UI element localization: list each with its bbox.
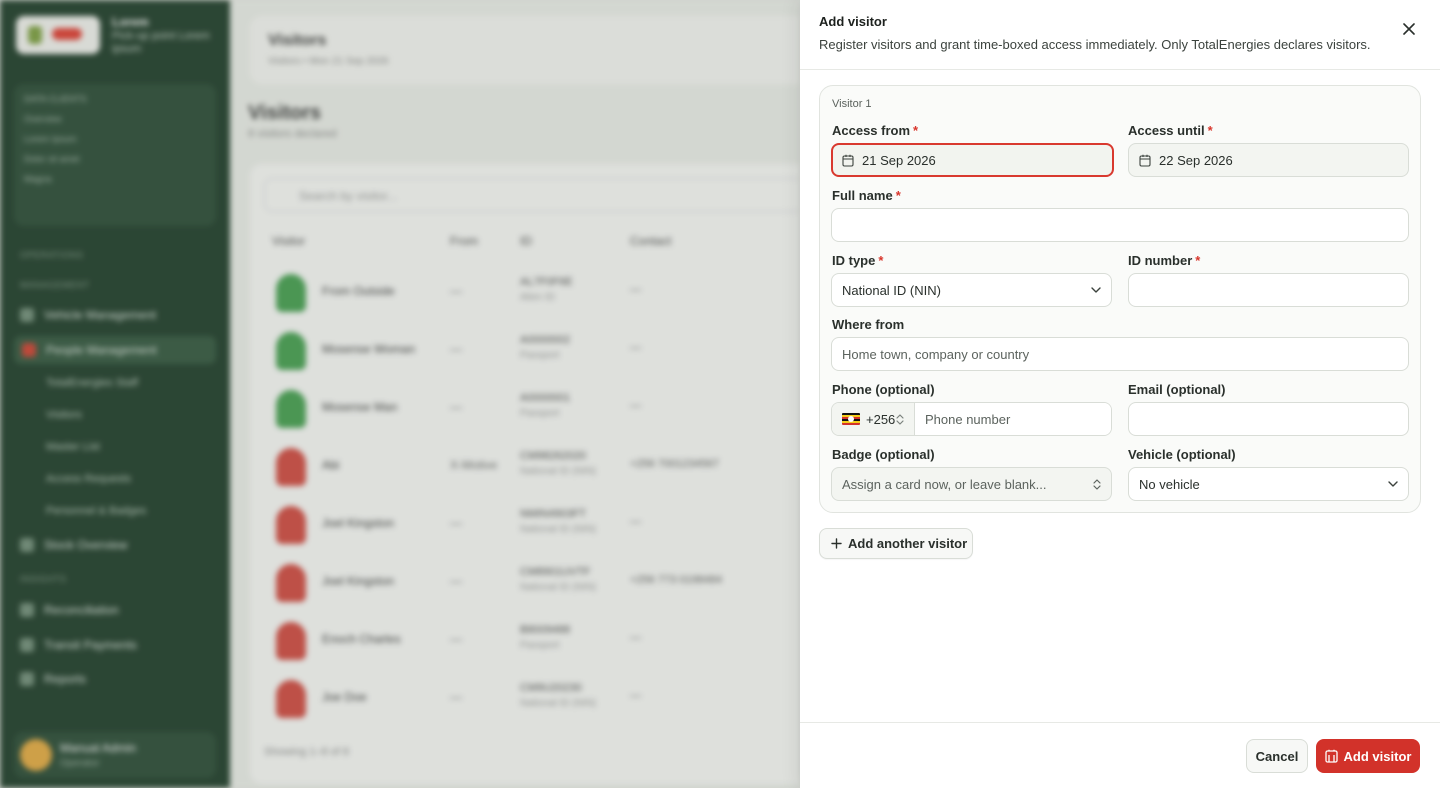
vehicle-select[interactable]: No vehicle [1128,467,1409,501]
badge-card-icon [1324,749,1338,763]
chevron-updown-icon [1093,478,1101,490]
required-mark: * [878,253,884,268]
divider [800,722,1440,723]
access-until-label: Access until * [1128,123,1213,138]
id-type-select[interactable]: National ID (NIN) [831,273,1112,307]
visitor-card-label: Visitor 1 [832,98,872,110]
required-mark: * [913,123,919,138]
drawer-description: Register visitors and grant time-boxed a… [819,37,1371,52]
calendar-icon [842,154,854,167]
calendar-icon [1139,154,1151,167]
visitor-card: Visitor 1 Access from * Access until * 21 … [819,85,1421,513]
vehicle-value: No vehicle [1139,476,1200,492]
cancel-button[interactable]: Cancel [1246,739,1308,773]
required-mark: * [1195,253,1201,268]
label-text: Access until [1128,123,1205,138]
id-type-value: National ID (NIN) [842,282,941,298]
access-from-label: Access from * [832,123,918,138]
country-code-select[interactable]: +256 [832,403,915,435]
modal-backdrop[interactable] [0,0,800,788]
chevron-down-icon [1091,287,1101,293]
country-code-value: +256 [866,411,896,427]
email-label: Email (optional) [1128,382,1226,397]
phone-label: Phone (optional) [832,382,935,397]
access-until-date-picker[interactable]: 22 Sep 2026 [1128,143,1409,177]
add-visitor-drawer: Add visitor Register visitors and grant … [800,0,1440,788]
badge-placeholder: Assign a card now, or leave blank... [842,476,1047,492]
add-visitor-button[interactable]: Add visitor [1316,739,1420,773]
access-from-value: 21 Sep 2026 [862,152,936,168]
label-text: ID type [832,253,876,268]
close-icon[interactable] [1400,20,1418,38]
divider [800,69,1440,70]
phone-number-input[interactable] [915,403,1111,435]
vehicle-label: Vehicle (optional) [1128,447,1236,462]
label-text: Full name [832,188,893,203]
drawer-title: Add visitor [819,14,887,29]
add-another-label: Add another visitor [848,536,968,551]
id-number-label: ID number * [1128,253,1200,268]
add-another-visitor-button[interactable]: Add another visitor [819,528,973,559]
badge-label: Badge (optional) [832,447,935,462]
badge-combobox[interactable]: Assign a card now, or leave blank... [831,467,1112,501]
full-name-label: Full name * [832,188,901,203]
where-from-input[interactable] [831,337,1409,371]
label-text: Access from [832,123,911,138]
id-type-label: ID type * [832,253,883,268]
add-visitor-label: Add visitor [1343,748,1412,764]
required-mark: * [1207,123,1213,138]
email-input[interactable] [1128,402,1409,436]
where-from-label: Where from [832,317,905,332]
chevron-down-icon [1388,481,1398,487]
access-until-value: 22 Sep 2026 [1159,152,1233,168]
access-from-date-picker[interactable]: 21 Sep 2026 [831,143,1114,177]
chevron-updown-icon [896,413,904,425]
full-name-input[interactable] [831,208,1409,242]
id-number-input[interactable] [1128,273,1409,307]
label-text: ID number [1128,253,1193,268]
uganda-flag-icon [842,413,860,425]
required-mark: * [895,188,901,203]
plus-icon [831,538,842,549]
phone-field: +256 [831,402,1112,436]
